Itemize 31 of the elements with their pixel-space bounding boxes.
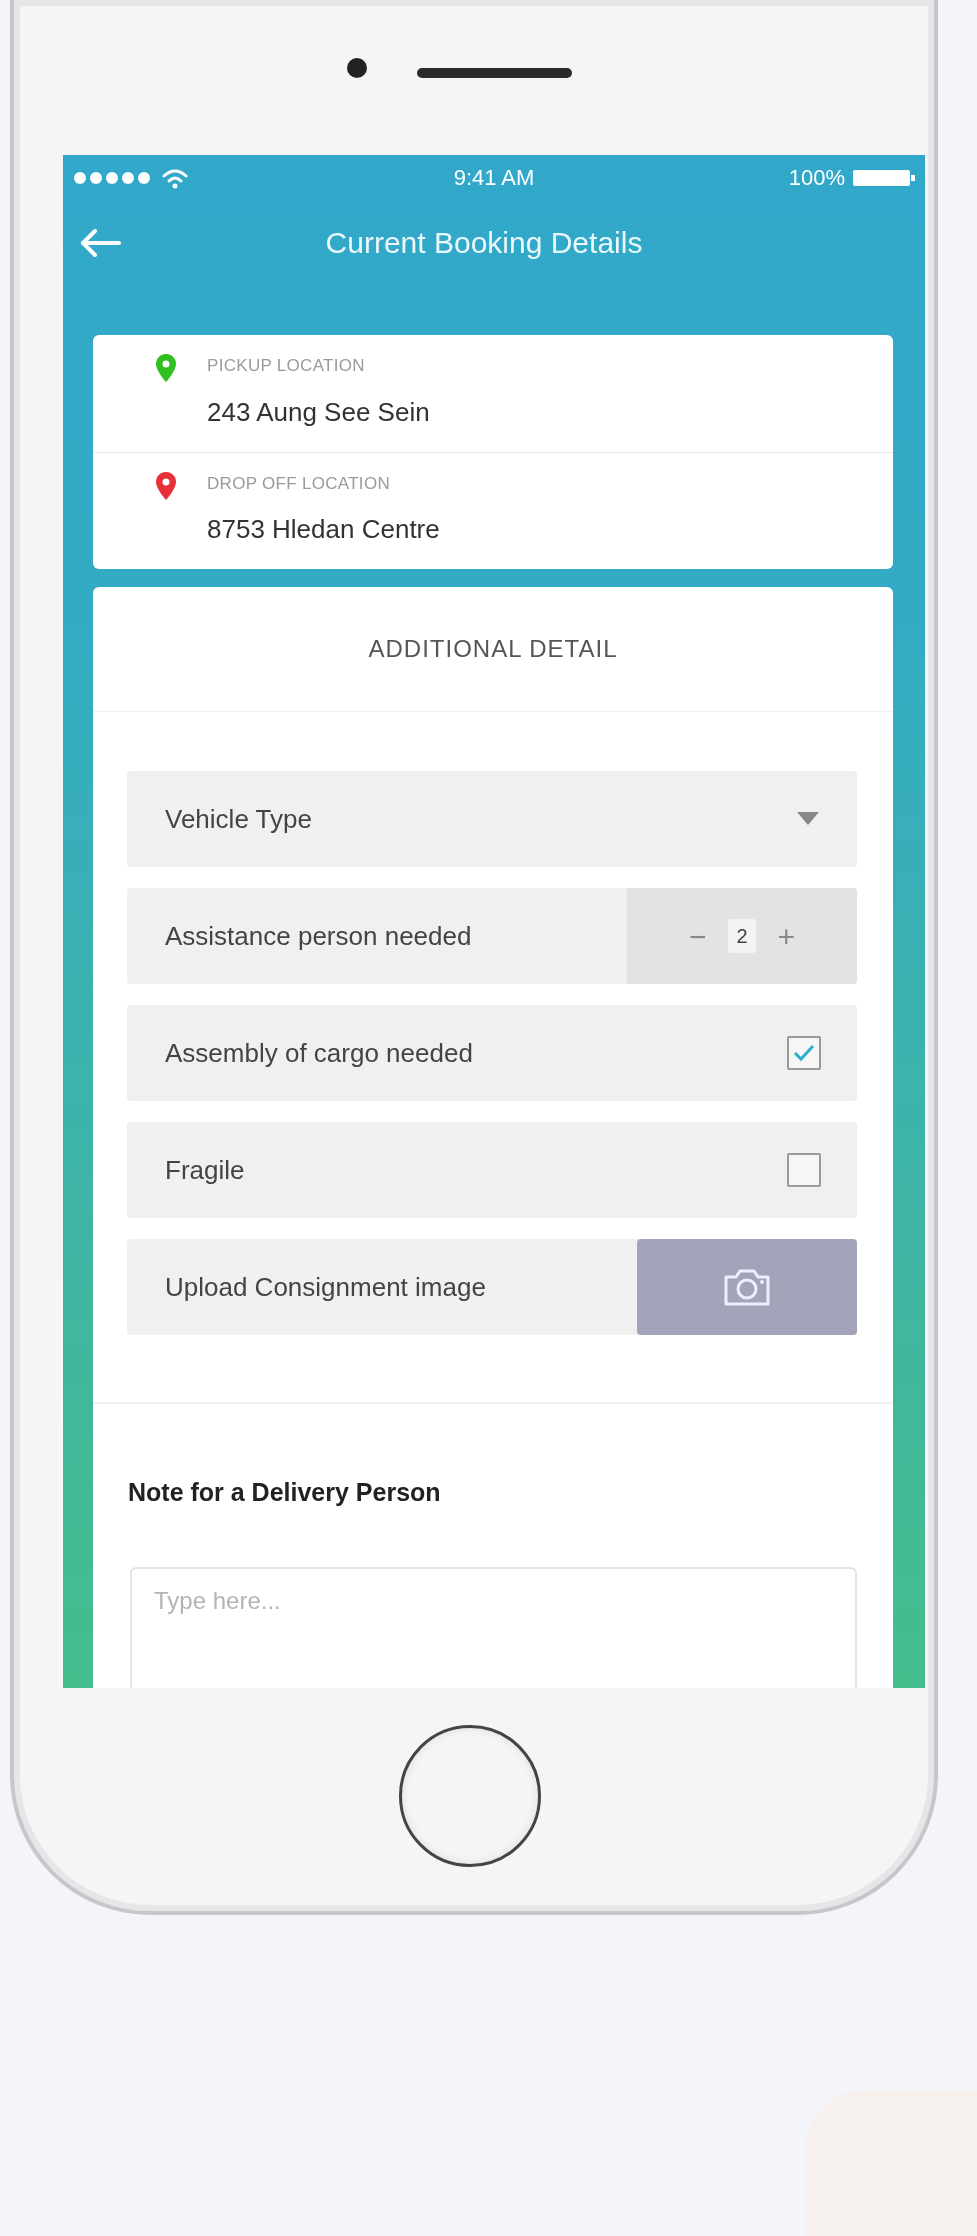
location-label: PICKUP LOCATION	[207, 355, 366, 377]
vehicle-type-dropdown[interactable]: Vehicle Type	[127, 771, 857, 867]
checkbox[interactable]	[787, 1036, 821, 1070]
location-label: DROP OFF LOCATION	[207, 472, 391, 495]
note-label: Note for a Delivery Person	[127, 1477, 442, 1508]
signal-icon	[73, 170, 153, 185]
wifi-icon	[161, 166, 189, 189]
screen-title: Current Booking Details	[324, 225, 644, 261]
option-label: Assistance person needed	[164, 919, 473, 953]
note-input-field[interactable]: Type here...	[130, 1566, 857, 1688]
status-time: 9:41 AM	[452, 164, 536, 192]
upload-button[interactable]	[637, 1239, 857, 1335]
back-button[interactable]	[79, 227, 123, 258]
option-label: Upload Consignment image	[164, 1270, 487, 1304]
caret-icon	[797, 812, 819, 826]
speaker-slot-icon	[416, 68, 572, 78]
option-label: Assembly of cargo needed	[164, 1036, 474, 1070]
camera-icon	[722, 1267, 772, 1307]
location-address: 8753 Hledan Centre	[207, 513, 440, 546]
battery-icon	[853, 167, 915, 188]
location-address: 243 Aung See Sein	[207, 395, 430, 429]
battery-percent: 100%	[788, 164, 845, 192]
quantity-value: 2	[728, 919, 756, 953]
camera-lens-icon	[346, 58, 367, 78]
decrement-button[interactable]: −	[684, 913, 711, 959]
increment-button[interactable]: +	[773, 913, 800, 959]
section-title: ADDITIONAL DETAIL	[93, 587, 893, 712]
check-icon	[792, 1043, 816, 1063]
back-arrow-icon	[79, 227, 123, 258]
option-label: Fragile	[164, 1153, 246, 1187]
checkbox[interactable]	[787, 1153, 821, 1187]
